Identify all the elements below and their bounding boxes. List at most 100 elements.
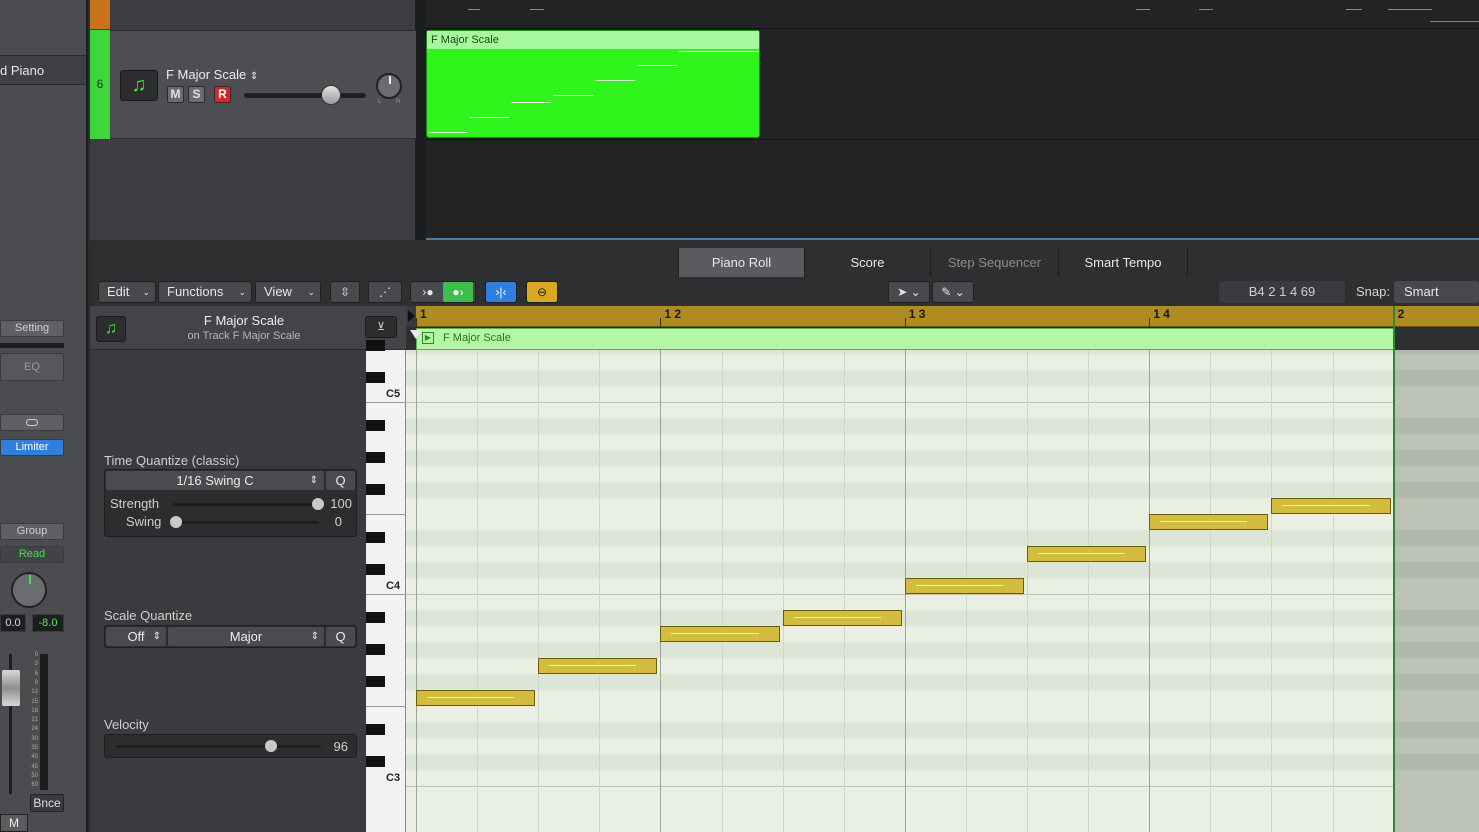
play-region-icon[interactable]: ▶	[422, 332, 434, 344]
track-name-text: F Major Scale	[166, 67, 247, 82]
updown-icon: ⇕	[249, 71, 259, 82]
midi-in-icon[interactable]: ›●	[413, 282, 443, 302]
meter-scale-label: 3	[34, 661, 38, 668]
black-key-lane	[1394, 674, 1479, 690]
velocity-value: 96	[333, 739, 348, 754]
mini-note	[1199, 9, 1213, 10]
midi-note[interactable]	[782, 610, 902, 626]
swing-slider-thumb[interactable]	[170, 516, 182, 528]
black-key-lane	[1394, 350, 1479, 354]
quantize-value-dropdown[interactable]: 1/16 Swing C ⇕	[106, 471, 324, 490]
region-instrument-icon[interactable]: ♫	[96, 316, 126, 342]
region-header-bar[interactable]: ▶ F Major Scale	[416, 328, 1394, 350]
insert-slot-limiter[interactable]: Limiter	[0, 439, 64, 456]
midi-note[interactable]	[1149, 514, 1269, 530]
channel-name-field[interactable]: d Piano	[0, 55, 86, 85]
track-volume-slider[interactable]	[244, 93, 366, 98]
black-key[interactable]	[366, 532, 385, 543]
pointer-tool-menu[interactable]: ➤ ⌄	[888, 281, 930, 303]
key-label: C3	[386, 772, 401, 784]
black-key-lane	[1394, 418, 1479, 434]
tab-score[interactable]: Score	[804, 248, 930, 277]
inspector-toggle-button[interactable]: ⊻	[365, 316, 397, 338]
black-key[interactable]	[366, 372, 385, 383]
collapse-tool-button[interactable]: ⇳	[330, 281, 360, 303]
group-button[interactable]: Group	[0, 523, 64, 540]
black-key[interactable]	[366, 756, 385, 767]
functions-menu[interactable]: Functions ⌄	[158, 281, 252, 303]
level-meter	[40, 654, 48, 790]
track-name[interactable]: F Major Scale ⇕	[166, 67, 258, 82]
strength-slider[interactable]	[172, 503, 318, 506]
snap-dropdown[interactable]: Smart	[1394, 281, 1479, 303]
black-key[interactable]	[366, 484, 385, 495]
bar-ruler[interactable]	[406, 306, 1479, 327]
bounce-button[interactable]: Bnce	[30, 794, 64, 812]
catch-playhead-button[interactable]: ›|‹	[485, 281, 517, 303]
mini-note	[468, 9, 480, 10]
mute-button[interactable]: M	[0, 814, 28, 832]
region-f-major-scale[interactable]: F Major Scale	[426, 30, 760, 138]
black-key-lane	[1394, 482, 1479, 498]
velocity-slider-thumb[interactable]	[264, 740, 277, 752]
note-grid[interactable]	[406, 350, 1394, 832]
region-note-preview	[637, 65, 677, 66]
black-key[interactable]	[366, 564, 385, 575]
setting-button[interactable]: Setting	[0, 320, 64, 337]
scale-type-dropdown[interactable]: Major ⇕	[168, 627, 324, 646]
midi-out-icon[interactable]: ●›	[443, 282, 473, 302]
swing-slider[interactable]	[176, 521, 318, 524]
catch-icon: ›|‹	[495, 285, 507, 299]
midi-note[interactable]	[538, 658, 658, 674]
track-mute-button[interactable]: M	[167, 86, 184, 103]
track-record-button[interactable]: R	[214, 86, 231, 103]
midi-note[interactable]	[416, 690, 536, 706]
velocity-slider[interactable]	[115, 745, 321, 748]
key-divider	[366, 594, 406, 595]
piano-keyboard[interactable]: C5 C4 C3	[366, 340, 406, 832]
track-pan-knob[interactable]	[376, 73, 402, 99]
division-line	[477, 350, 479, 832]
track-volume-thumb[interactable]	[321, 85, 341, 105]
midi-note[interactable]	[904, 578, 1024, 594]
link-button[interactable]	[0, 414, 64, 431]
playhead-marker[interactable]	[410, 330, 422, 339]
pan-knob[interactable]	[11, 572, 47, 608]
tab-step-sequencer[interactable]: Step Sequencer	[930, 248, 1058, 277]
black-key[interactable]	[366, 676, 385, 687]
black-key[interactable]	[366, 420, 385, 431]
midi-note[interactable]	[1271, 498, 1391, 514]
automation-tool-button[interactable]: ⋰	[368, 281, 402, 303]
black-key[interactable]	[366, 644, 385, 655]
black-key[interactable]	[366, 340, 385, 351]
midi-note[interactable]	[1027, 546, 1147, 562]
scale-root-dropdown[interactable]: Off ⇕	[106, 627, 166, 646]
black-key-lane	[1394, 370, 1479, 386]
time-quantize-title: Time Quantize (classic)	[104, 453, 240, 468]
fader-cap[interactable]	[2, 670, 20, 706]
black-key[interactable]	[366, 452, 385, 463]
pencil-tool-menu[interactable]: ✎ ⌄	[932, 281, 974, 303]
edit-menu[interactable]: Edit ⌄	[98, 281, 156, 303]
black-key[interactable]	[366, 724, 385, 735]
tab-piano-roll[interactable]: Piano Roll	[678, 248, 804, 277]
link-button[interactable]: ⊖	[526, 281, 558, 303]
region-note-preview	[719, 51, 759, 52]
volume-fader[interactable]	[0, 654, 22, 794]
automation-mode[interactable]: Read	[0, 546, 64, 563]
snap-label: Snap:	[1356, 284, 1390, 299]
instrument-icon[interactable]: ♫	[120, 70, 158, 101]
key-label: C5	[386, 388, 401, 400]
tab-smart-tempo[interactable]: Smart Tempo	[1058, 248, 1188, 277]
beat-line	[660, 350, 662, 832]
midi-note[interactable]	[660, 626, 780, 642]
division-line	[782, 350, 784, 832]
quantize-q-button[interactable]: Q	[326, 471, 355, 490]
meter-scale: 0 3 6 9 12 15 18 21 24 30 35 40 45 50 60	[24, 652, 38, 792]
scale-q-button[interactable]: Q	[326, 627, 355, 646]
track-solo-button[interactable]: S	[188, 86, 205, 103]
meter-scale-label: 60	[31, 782, 38, 789]
eq-button[interactable]: EQ	[0, 353, 64, 381]
view-menu[interactable]: View ⌄	[255, 281, 321, 303]
black-key[interactable]	[366, 612, 385, 623]
